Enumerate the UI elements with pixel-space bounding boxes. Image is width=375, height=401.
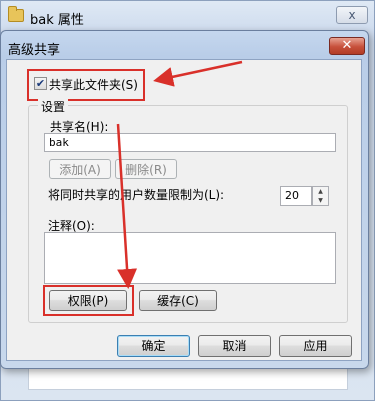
arrow-to-permissions (116, 123, 138, 289)
annotation-arrows (116, 60, 243, 289)
arrow-to-checkbox (153, 60, 243, 87)
